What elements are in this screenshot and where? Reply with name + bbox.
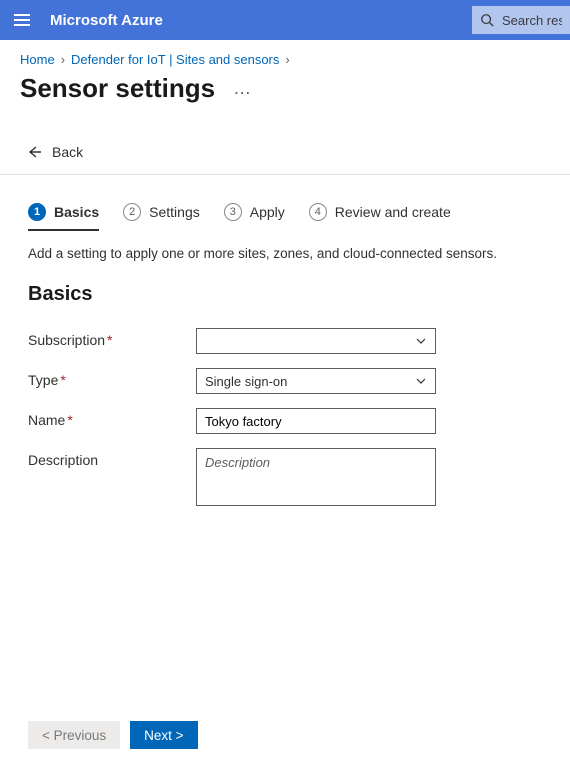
tab-description: Add a setting to apply one or more sites… bbox=[0, 232, 570, 261]
tab-label: Basics bbox=[54, 204, 99, 220]
basics-form: Subscription* Type* Single sign-on bbox=[0, 312, 570, 541]
tab-label: Review and create bbox=[335, 204, 451, 220]
description-label: Description bbox=[28, 448, 196, 468]
tab-label: Settings bbox=[149, 204, 200, 220]
section-heading-basics: Basics bbox=[0, 261, 570, 312]
tab-settings[interactable]: 2 Settings bbox=[123, 203, 200, 231]
required-asterisk: * bbox=[67, 412, 72, 428]
previous-button[interactable]: < Previous bbox=[28, 721, 120, 749]
type-label: Type* bbox=[28, 368, 196, 388]
tab-step-number: 3 bbox=[224, 203, 242, 221]
page-title: Sensor settings bbox=[20, 73, 215, 104]
global-header: Microsoft Azure bbox=[0, 0, 570, 40]
name-input[interactable] bbox=[196, 408, 436, 434]
type-select[interactable]: Single sign-on bbox=[196, 368, 436, 394]
arrow-left-icon bbox=[26, 144, 42, 160]
search-icon bbox=[480, 13, 494, 27]
back-label: Back bbox=[52, 144, 83, 160]
breadcrumb-link-defender[interactable]: Defender for IoT | Sites and sensors bbox=[71, 52, 279, 67]
back-button[interactable]: Back bbox=[0, 104, 570, 175]
chevron-down-icon bbox=[415, 335, 427, 347]
required-asterisk: * bbox=[60, 372, 65, 388]
next-button[interactable]: Next > bbox=[130, 721, 197, 749]
tab-review[interactable]: 4 Review and create bbox=[309, 203, 451, 231]
description-textarea[interactable] bbox=[196, 448, 436, 506]
tab-basics[interactable]: 1 Basics bbox=[28, 203, 99, 231]
tab-step-number: 1 bbox=[28, 203, 46, 221]
tab-step-number: 4 bbox=[309, 203, 327, 221]
wizard-footer: < Previous Next > bbox=[0, 711, 570, 763]
global-search[interactable] bbox=[472, 6, 570, 34]
tab-step-number: 2 bbox=[123, 203, 141, 221]
brand-name: Microsoft Azure bbox=[50, 12, 163, 29]
tab-apply[interactable]: 3 Apply bbox=[224, 203, 285, 231]
global-search-input[interactable] bbox=[502, 13, 562, 28]
chevron-right-icon: › bbox=[285, 52, 289, 67]
breadcrumb: Home › Defender for IoT | Sites and sens… bbox=[0, 40, 570, 67]
name-label: Name* bbox=[28, 408, 196, 428]
required-asterisk: * bbox=[107, 332, 112, 348]
subscription-label: Subscription* bbox=[28, 328, 196, 348]
chevron-down-icon bbox=[415, 375, 427, 387]
more-actions-icon[interactable]: … bbox=[233, 78, 253, 99]
breadcrumb-link-home[interactable]: Home bbox=[20, 52, 55, 67]
subscription-select[interactable] bbox=[196, 328, 436, 354]
hamburger-menu-icon[interactable] bbox=[14, 14, 30, 26]
wizard-tabs: 1 Basics 2 Settings 3 Apply 4 Review and… bbox=[0, 175, 570, 232]
type-value: Single sign-on bbox=[205, 374, 287, 389]
tab-label: Apply bbox=[250, 204, 285, 220]
chevron-right-icon: › bbox=[61, 52, 65, 67]
